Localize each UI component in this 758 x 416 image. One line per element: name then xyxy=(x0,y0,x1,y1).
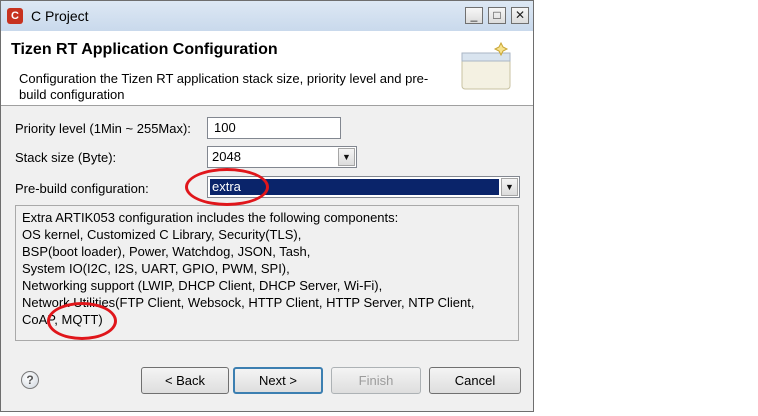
description-line: System IO(I2C, I2S, UART, GPIO, PWM, SPI… xyxy=(22,261,290,276)
minimize-button[interactable]: _ xyxy=(465,7,483,24)
finish-button[interactable]: Finish xyxy=(331,367,421,394)
stack-size-combobox[interactable]: 2048 ▼ xyxy=(207,146,357,168)
description-line: OS kernel, Customized C Library, Securit… xyxy=(22,227,302,242)
annotation-circle-extra xyxy=(185,168,269,206)
page-title: Tizen RT Application Configuration xyxy=(11,41,278,58)
annotation-circle-mqtt xyxy=(47,302,117,340)
chevron-down-icon[interactable]: ▼ xyxy=(338,148,355,166)
maximize-button[interactable]: □ xyxy=(488,7,506,24)
chevron-down-icon[interactable]: ▼ xyxy=(501,178,518,196)
wizard-banner-icon xyxy=(461,41,511,90)
priority-level-label: Priority level (1Min ~ 255Max): xyxy=(15,121,191,136)
back-button[interactable]: < Back xyxy=(141,367,229,394)
cancel-button[interactable]: Cancel xyxy=(429,367,521,394)
priority-level-input[interactable]: 100 xyxy=(207,117,341,139)
next-button[interactable]: Next > xyxy=(233,367,323,394)
description-line: Networking support (LWIP, DHCP Client, D… xyxy=(22,278,383,293)
c-project-dialog: C C Project _ □ ✕ Tizen RT Application C… xyxy=(0,0,534,412)
title-bar: C C Project _ □ ✕ xyxy=(1,1,533,32)
help-icon[interactable]: ? xyxy=(21,371,39,389)
close-button[interactable]: ✕ xyxy=(511,7,529,24)
app-icon: C xyxy=(7,8,23,24)
description-line: BSP(boot loader), Power, Watchdog, JSON,… xyxy=(22,244,311,259)
wizard-banner: Tizen RT Application Configuration Confi… xyxy=(1,31,533,106)
stack-size-label: Stack size (Byte): xyxy=(15,150,117,165)
page-description: Configuration the Tizen RT application s… xyxy=(19,71,429,102)
stack-size-value: 2048 xyxy=(212,149,241,164)
description-line: Extra ARTIK053 configuration includes th… xyxy=(22,210,399,225)
prebuild-config-label: Pre-build configuration: xyxy=(15,181,149,196)
window-title: C Project xyxy=(31,8,89,24)
